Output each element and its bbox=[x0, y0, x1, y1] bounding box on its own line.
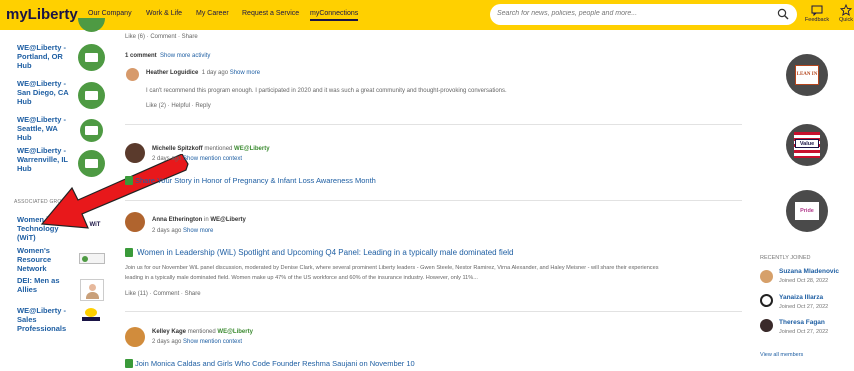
group-link[interactable]: WE@Liberty bbox=[210, 217, 246, 223]
member-name[interactable]: Suzana Mladenovic bbox=[779, 268, 839, 275]
group-badge[interactable]: Pride bbox=[786, 190, 828, 232]
sidebar-hub-san-diego[interactable]: WE@Liberty - San Diego, CA Hub bbox=[17, 79, 72, 106]
post-header: Kelley Kage mentioned WE@Liberty bbox=[152, 329, 253, 335]
divider bbox=[125, 200, 742, 201]
post-actions[interactable]: Like (6) · Comment · Share bbox=[125, 34, 198, 40]
sidebar-group-sales[interactable]: WE@Liberty - Sales Professionals bbox=[17, 306, 72, 333]
nav-our-company[interactable]: Our Company bbox=[88, 10, 132, 17]
feedback-icon bbox=[811, 5, 823, 16]
comment-summary: 1 comment Show more activity bbox=[125, 53, 210, 59]
star-icon bbox=[840, 4, 852, 16]
avatar[interactable] bbox=[760, 270, 773, 283]
site-logo[interactable]: myLiberty bbox=[6, 6, 78, 23]
sidebar-group-dei[interactable]: DEI: Men as Allies bbox=[17, 276, 72, 294]
hub-avatar[interactable] bbox=[78, 44, 105, 71]
view-all-members-link[interactable]: View all members bbox=[760, 352, 803, 358]
comment-author[interactable]: Heather Loguidice bbox=[146, 70, 198, 76]
comment-count: 1 comment bbox=[125, 53, 157, 59]
wrn-logo[interactable] bbox=[79, 253, 105, 264]
post-body: leading in a typically male dominated fi… bbox=[125, 275, 478, 281]
post-meta: 2 days ago Show mention context bbox=[152, 339, 242, 345]
avatar[interactable] bbox=[125, 212, 145, 232]
post-meta: 2 days ago Show more bbox=[152, 228, 213, 234]
sidebar-hub-portland[interactable]: WE@Liberty - Portland, OR Hub bbox=[17, 43, 72, 70]
avatar[interactable] bbox=[125, 327, 145, 347]
post-author[interactable]: Anna Etherington bbox=[152, 217, 202, 223]
quick-label: Quick bbox=[838, 17, 854, 23]
post-title[interactable]: Women in Leadership (WiL) Spotlight and … bbox=[137, 248, 514, 257]
document-icon bbox=[125, 176, 133, 185]
member-name[interactable]: Yanaiza Illarza bbox=[779, 294, 823, 301]
avatar[interactable] bbox=[760, 319, 773, 332]
post-verb: mentioned bbox=[187, 329, 216, 335]
nav-work-life[interactable]: Work & Life bbox=[146, 10, 182, 17]
pride-logo: Pride bbox=[795, 202, 819, 220]
comment-time: 1 day ago bbox=[201, 70, 229, 76]
hub-avatar[interactable] bbox=[78, 82, 105, 109]
show-more-link[interactable]: Show more bbox=[183, 228, 213, 234]
show-more-activity-link[interactable]: Show more activity bbox=[160, 53, 210, 59]
comment-actions[interactable]: Like (2) · Helpful · Reply bbox=[146, 103, 211, 109]
nav-myconnections[interactable]: myConnections bbox=[310, 10, 359, 21]
document-icon bbox=[125, 248, 133, 257]
nav-request-service[interactable]: Request a Service bbox=[242, 10, 299, 17]
nav-my-career[interactable]: My Career bbox=[196, 10, 229, 17]
divider bbox=[125, 311, 742, 312]
comment-header: Heather Loguidice 1 day ago Show more bbox=[146, 70, 260, 76]
search-box[interactable] bbox=[490, 4, 797, 25]
divider bbox=[125, 124, 742, 125]
post-author[interactable]: Kelley Kage bbox=[152, 329, 186, 335]
dei-logo[interactable] bbox=[80, 279, 104, 301]
document-icon bbox=[125, 359, 133, 368]
show-mention-context-link[interactable]: Show mention context bbox=[183, 339, 242, 345]
comment-text: I can't recommend this program enough. I… bbox=[146, 88, 507, 94]
post-header: Michelle Spitzkoff mentioned WE@Liberty bbox=[152, 146, 270, 152]
sales-logo[interactable] bbox=[82, 308, 100, 322]
show-more-link[interactable]: Show more bbox=[230, 70, 260, 76]
quick-button[interactable]: Quick bbox=[836, 4, 854, 23]
post-verb: mentioned bbox=[204, 146, 233, 152]
member-joined-date: Joined Oct 28, 2022 bbox=[779, 278, 829, 284]
avatar[interactable] bbox=[125, 143, 145, 163]
group-badge[interactable]: Value bbox=[786, 124, 828, 166]
sidebar-hub-seattle[interactable]: WE@Liberty - Seattle, WA Hub bbox=[17, 115, 72, 142]
group-link[interactable]: WE@Liberty bbox=[217, 329, 253, 335]
lean-in-logo: LEAN IN bbox=[795, 65, 819, 85]
post-time: 2 days ago bbox=[152, 339, 182, 345]
avatar[interactable] bbox=[126, 68, 139, 81]
recently-joined-heading: RECENTLY JOINED bbox=[760, 255, 811, 261]
feedback-button[interactable]: Feedback bbox=[803, 4, 831, 23]
post-time: 2 days ago bbox=[152, 228, 182, 234]
sidebar-group-wrn[interactable]: Women's Resource Network bbox=[17, 246, 72, 273]
post-header: Anna Etherington in WE@Liberty bbox=[152, 217, 246, 223]
member-name[interactable]: Theresa Fagan bbox=[779, 319, 825, 326]
value-logo: Value bbox=[795, 139, 819, 148]
top-bar: myLiberty Our Company Work & Life My Car… bbox=[0, 0, 854, 30]
feedback-label: Feedback bbox=[804, 17, 830, 23]
group-link[interactable]: WE@Liberty bbox=[234, 146, 270, 152]
post-title[interactable]: Share Your Story in Honor of Pregnancy &… bbox=[135, 176, 376, 185]
search-input[interactable] bbox=[497, 10, 767, 17]
hub-avatar[interactable] bbox=[80, 119, 103, 142]
post-meta: 2 days ago Show mention context bbox=[152, 156, 242, 162]
post-author[interactable]: Michelle Spitzkoff bbox=[152, 146, 203, 152]
post-time: 2 days ago bbox=[152, 156, 182, 162]
group-badge[interactable]: LEAN IN bbox=[786, 54, 828, 96]
post-verb: in bbox=[204, 217, 209, 223]
show-mention-context-link[interactable]: Show mention context bbox=[183, 156, 242, 162]
member-joined-date: Joined Oct 27, 2022 bbox=[779, 304, 829, 310]
post-actions[interactable]: Like (11) · Comment · Share bbox=[125, 291, 201, 297]
post-body: Join us for our November WiL panel discu… bbox=[125, 265, 659, 271]
search-icon[interactable] bbox=[777, 8, 789, 20]
member-joined-date: Joined Oct 27, 2022 bbox=[779, 329, 829, 335]
soccer-ball-avatar[interactable] bbox=[760, 294, 773, 307]
post-title[interactable]: Join Monica Caldas and Girls Who Code Fo… bbox=[135, 359, 415, 368]
